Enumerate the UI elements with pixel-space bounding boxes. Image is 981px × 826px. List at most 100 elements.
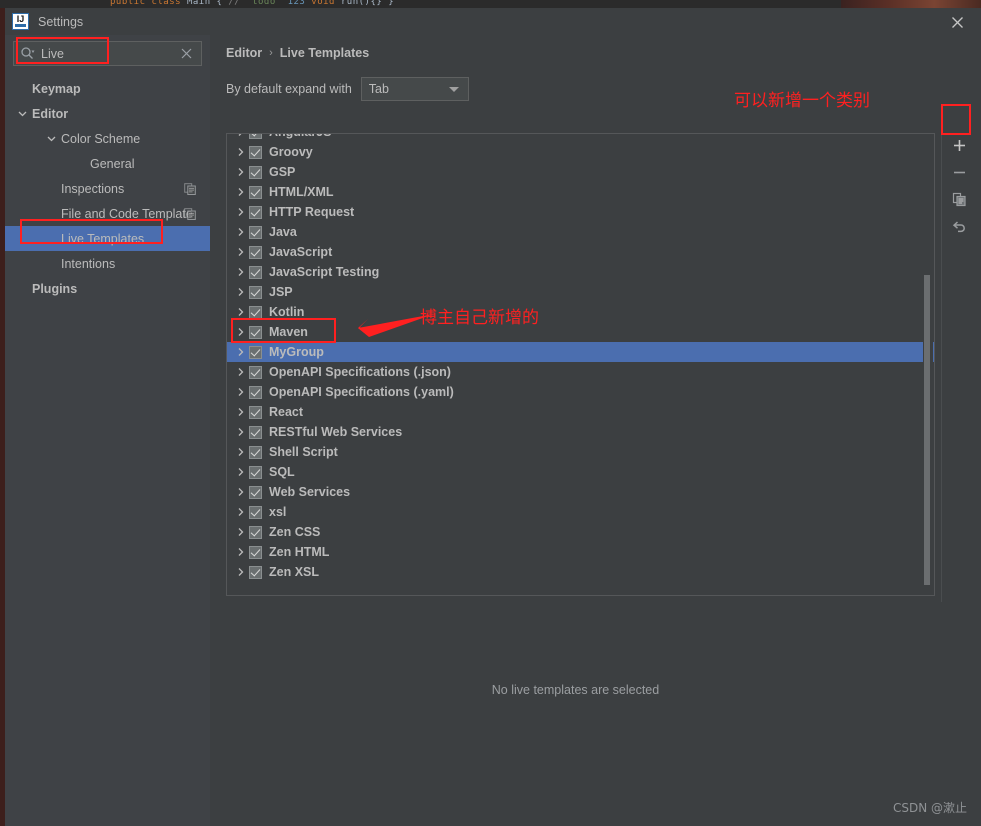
template-group-label: Maven [269, 325, 308, 339]
chevron-right-icon[interactable] [235, 486, 247, 498]
chevron-down-icon[interactable] [46, 133, 57, 144]
template-group-checkbox[interactable] [249, 525, 262, 539]
chevron-right-icon[interactable] [235, 306, 247, 318]
chevron-right-icon[interactable] [235, 266, 247, 278]
chevron-right-icon[interactable] [235, 226, 247, 238]
template-group-checkbox[interactable] [249, 485, 262, 499]
sidebar-item-label: Editor [32, 106, 69, 121]
chevron-right-icon[interactable] [235, 186, 247, 198]
revert-button[interactable] [942, 213, 976, 240]
sidebar-item-editor[interactable]: Editor [5, 101, 210, 126]
sidebar-item-general[interactable]: General [5, 151, 210, 176]
remove-button[interactable] [942, 159, 976, 186]
template-group-row[interactable]: MyGroup [227, 342, 934, 362]
sidebar-item-live-templates[interactable]: Live Templates [5, 226, 210, 251]
template-group-row[interactable]: JSP [227, 282, 934, 302]
template-group-checkbox[interactable] [249, 285, 262, 299]
list-scrollbar[interactable] [923, 135, 933, 595]
chevron-right-icon[interactable] [235, 206, 247, 218]
template-group-row[interactable]: React [227, 402, 934, 422]
template-group-checkbox[interactable] [249, 505, 262, 519]
template-group-checkbox[interactable] [249, 545, 262, 559]
template-group-row[interactable]: OpenAPI Specifications (.yaml) [227, 382, 934, 402]
template-group-checkbox[interactable] [249, 405, 262, 419]
template-group-row[interactable]: SQL [227, 462, 934, 482]
sidebar-item-label: Plugins [32, 281, 78, 296]
template-group-checkbox[interactable] [249, 134, 262, 139]
chevron-right-icon[interactable] [235, 526, 247, 538]
template-group-checkbox[interactable] [249, 385, 262, 399]
expand-with-value: Tab [368, 82, 389, 96]
template-group-row[interactable]: AngularJS [227, 134, 934, 142]
chevron-right-icon[interactable] [235, 506, 247, 518]
template-group-checkbox[interactable] [249, 445, 262, 459]
chevron-right-icon[interactable] [235, 446, 247, 458]
chevron-right-icon[interactable] [235, 546, 247, 558]
copy-icon[interactable] [184, 182, 196, 195]
template-group-row[interactable]: HTTP Request [227, 202, 934, 222]
chevron-right-icon[interactable] [235, 134, 247, 138]
chevron-right-icon[interactable] [235, 566, 247, 578]
template-group-checkbox[interactable] [249, 205, 262, 219]
template-group-row[interactable]: OpenAPI Specifications (.json) [227, 362, 934, 382]
list-scrollbar-thumb[interactable] [924, 275, 930, 585]
sidebar-item-intentions[interactable]: Intentions [5, 251, 210, 276]
template-group-checkbox[interactable] [249, 365, 262, 379]
title-bar: Settings [5, 8, 981, 35]
chevron-right-icon[interactable] [235, 426, 247, 438]
template-group-checkbox[interactable] [249, 185, 262, 199]
copy-icon[interactable] [184, 207, 196, 220]
close-icon[interactable] [943, 11, 971, 33]
template-group-checkbox[interactable] [249, 325, 262, 339]
chevron-right-icon[interactable] [235, 286, 247, 298]
chevron-right-icon[interactable] [235, 246, 247, 258]
template-group-row[interactable]: JavaScript Testing [227, 262, 934, 282]
template-group-checkbox[interactable] [249, 345, 262, 359]
sidebar-item-file-and-code-template[interactable]: File and Code Template [5, 201, 210, 226]
chevron-right-icon[interactable] [235, 366, 247, 378]
template-group-checkbox[interactable] [249, 565, 262, 579]
template-group-checkbox[interactable] [249, 425, 262, 439]
chevron-right-icon[interactable] [235, 406, 247, 418]
template-group-row[interactable]: xsl [227, 502, 934, 522]
template-group-row[interactable]: Groovy [227, 142, 934, 162]
template-group-row[interactable]: Zen CSS [227, 522, 934, 542]
sidebar-item-plugins[interactable]: Plugins [5, 276, 210, 301]
expand-with-select[interactable]: Tab [360, 77, 469, 101]
chevron-right-icon[interactable] [235, 386, 247, 398]
template-group-row[interactable]: RESTful Web Services [227, 422, 934, 442]
template-group-row[interactable]: Web Services [227, 482, 934, 502]
template-group-row[interactable]: Zen XSL [227, 562, 934, 582]
template-group-checkbox[interactable] [249, 145, 262, 159]
template-group-row[interactable]: JavaScript [227, 242, 934, 262]
breadcrumb-parent[interactable]: Editor [226, 46, 262, 60]
template-group-checkbox[interactable] [249, 225, 262, 239]
clear-icon[interactable] [180, 47, 193, 60]
chevron-down-icon[interactable] [17, 108, 28, 119]
duplicate-button[interactable] [942, 186, 976, 213]
chevron-right-icon[interactable] [235, 466, 247, 478]
template-group-checkbox[interactable] [249, 465, 262, 479]
template-group-row[interactable]: HTML/XML [227, 182, 934, 202]
template-group-checkbox[interactable] [249, 265, 262, 279]
sidebar-item-inspections[interactable]: Inspections [5, 176, 210, 201]
template-group-row[interactable]: Maven [227, 322, 934, 342]
template-group-row[interactable]: Zen HTML [227, 542, 934, 562]
chevron-right-icon[interactable] [235, 346, 247, 358]
chevron-right-icon[interactable] [235, 166, 247, 178]
template-group-row[interactable]: Kotlin [227, 302, 934, 322]
search-input[interactable]: Live [13, 41, 202, 66]
template-group-row[interactable]: Shell Script [227, 442, 934, 462]
sidebar-item-color-scheme[interactable]: Color Scheme [5, 126, 210, 151]
chevron-right-icon[interactable] [235, 146, 247, 158]
sidebar-item-keymap[interactable]: Keymap [5, 76, 210, 101]
template-group-row[interactable]: GSP [227, 162, 934, 182]
template-group-row[interactable]: Java [227, 222, 934, 242]
template-group-checkbox[interactable] [249, 305, 262, 319]
template-groups-list[interactable]: AngularJS Groovy GSP HTML/XML HTTP Request Ja… [226, 133, 935, 596]
add-button[interactable] [942, 132, 976, 159]
template-group-checkbox[interactable] [249, 245, 262, 259]
template-group-label: JavaScript [269, 245, 333, 259]
chevron-right-icon[interactable] [235, 326, 247, 338]
template-group-checkbox[interactable] [249, 165, 262, 179]
